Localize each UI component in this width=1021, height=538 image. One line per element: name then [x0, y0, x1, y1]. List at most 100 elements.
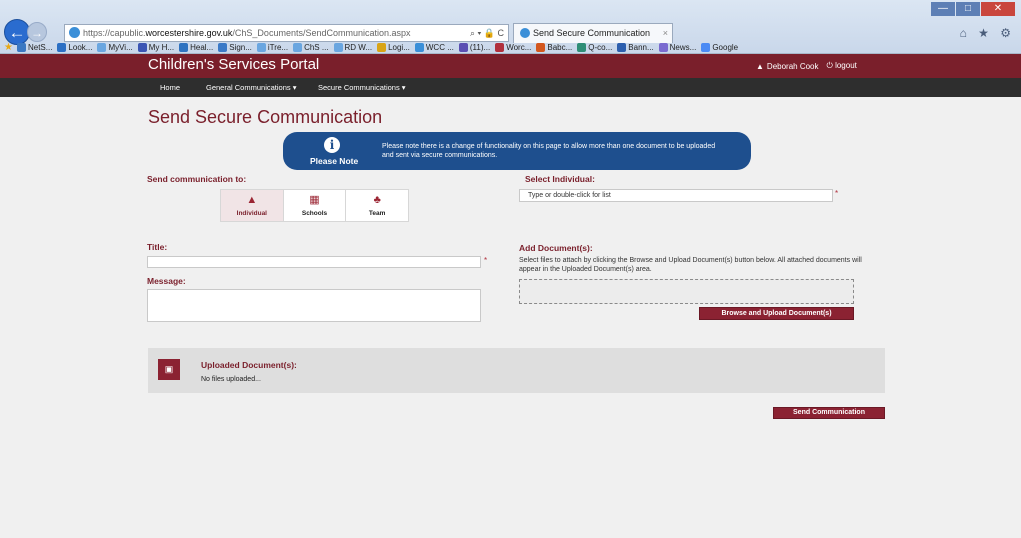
favorite-label: ChS ... — [304, 42, 329, 52]
favorite-label: News... — [669, 42, 697, 52]
favorite-link[interactable]: My H... — [137, 42, 174, 52]
info-icon: i — [324, 137, 340, 153]
favorite-site-icon — [495, 42, 505, 52]
favorite-site-icon — [218, 42, 228, 52]
forward-arrow-icon[interactable]: → — [27, 22, 47, 42]
select-individual-label: Select Individual: — [525, 174, 595, 184]
favorite-label: Bann... — [628, 42, 654, 52]
favorite-link[interactable]: Look... — [57, 42, 93, 52]
favorites-star-icon[interactable]: ★ — [4, 42, 13, 53]
minimize-button[interactable]: — — [931, 2, 955, 16]
favorite-link[interactable]: News... — [658, 42, 697, 52]
favorite-label: Heal... — [190, 42, 214, 52]
maximize-button[interactable]: □ — [956, 2, 980, 16]
ie-tab-icon — [520, 28, 530, 38]
home-favorites-settings-icon[interactable]: ⌂ ★ ⚙ — [960, 26, 1015, 40]
select-individual-input[interactable]: Type or double-click for list — [519, 189, 833, 202]
favorite-link[interactable]: (11)... — [458, 42, 491, 52]
title-input[interactable] — [147, 256, 481, 268]
close-window-button[interactable]: ✕ — [981, 2, 1015, 16]
send-communication-button[interactable]: Send Communication — [773, 407, 885, 419]
please-note-label: Please Note — [310, 156, 359, 166]
required-marker: * — [835, 189, 839, 198]
url-path: /ChS_Documents/SendCommunication.aspx — [232, 28, 411, 38]
favorite-label: Look... — [68, 42, 93, 52]
favorite-link[interactable]: Bann... — [617, 42, 654, 52]
recipient-label: Individual — [236, 210, 267, 217]
recipient-schools-button[interactable]: ▦ Schools — [283, 190, 347, 221]
favorite-site-icon — [137, 42, 147, 52]
favorite-link[interactable]: Worc... — [495, 42, 531, 52]
favorite-site-icon — [536, 42, 546, 52]
favorite-site-icon — [617, 42, 627, 52]
person-icon: ▲ — [246, 194, 258, 206]
favorite-link[interactable]: iTre... — [256, 42, 289, 52]
nav-secure-communications[interactable]: Secure Communications ▾ — [318, 83, 406, 92]
user-area: ▲ Deborah Cook ⏻ logout — [756, 61, 857, 71]
favorite-site-icon — [179, 42, 189, 52]
portal-title[interactable]: Children's Services Portal — [148, 56, 319, 73]
favorite-label: (11)... — [469, 42, 491, 52]
ie-logo-icon — [69, 27, 80, 38]
favorite-link[interactable]: MyVi... — [97, 42, 133, 52]
user-name[interactable]: Deborah Cook — [767, 62, 819, 71]
favorite-link[interactable]: ChS ... — [293, 42, 329, 52]
recipient-label: Team — [368, 210, 386, 217]
favorite-link[interactable]: Heal... — [179, 42, 214, 52]
window-controls: — □ ✕ — [931, 2, 1015, 16]
nav-general-communications[interactable]: General Communications ▾ — [206, 83, 296, 92]
notice-text: Please note there is a change of functio… — [382, 143, 716, 159]
favorite-label: iTre... — [267, 42, 289, 52]
favorite-link[interactable]: Logi... — [377, 42, 410, 52]
favorite-site-icon — [256, 42, 266, 52]
favorite-link[interactable]: Sign... — [218, 42, 252, 52]
recipient-label: Schools — [301, 210, 328, 217]
required-marker: * — [484, 256, 488, 265]
address-actions-icon[interactable]: ⌕ ▾ 🔒 C — [470, 25, 504, 41]
no-files-text: No files uploaded... — [201, 376, 261, 383]
tab-title: Send Secure Communication — [533, 28, 651, 38]
favorite-site-icon — [377, 42, 387, 52]
favorite-link[interactable]: Google — [701, 42, 739, 52]
logout-link[interactable]: ⏻ logout — [827, 61, 857, 71]
main-nav: Home General Communications ▾ Secure Com… — [0, 78, 1021, 97]
portal-header: Children's Services Portal ▲ Deborah Coo… — [0, 54, 1021, 78]
building-icon: ▦ — [309, 194, 320, 206]
favorite-link[interactable]: Babc... — [536, 42, 573, 52]
favorite-site-icon — [16, 42, 26, 52]
upload-drop-area[interactable] — [519, 279, 854, 304]
favorite-link[interactable]: NetS... — [16, 42, 53, 52]
favorite-label: RD W... — [344, 42, 373, 52]
browse-upload-button[interactable]: Browse and Upload Document(s) — [699, 307, 854, 320]
message-textarea[interactable] — [147, 289, 481, 322]
recipient-type-selector: ▲ Individual ▦ Schools ♣ Team — [220, 189, 409, 222]
uploaded-documents-title: Uploaded Document(s): — [201, 360, 297, 370]
favorite-site-icon — [414, 42, 424, 52]
favorite-site-icon — [658, 42, 668, 52]
favorite-label: Google — [712, 42, 739, 52]
favorite-site-icon — [57, 42, 67, 52]
favorite-site-icon — [458, 42, 468, 52]
add-documents-label: Add Document(s): — [519, 243, 593, 253]
favorite-link[interactable]: WCC ... — [414, 42, 454, 52]
favorite-site-icon — [577, 42, 587, 52]
favorite-site-icon — [333, 42, 343, 52]
group-icon: ♣ — [373, 194, 381, 206]
favorite-link[interactable]: RD W... — [333, 42, 373, 52]
please-note-banner: i Please Note Please note there is a cha… — [283, 132, 751, 170]
favorites-bar: ★ NetS... Look... MyVi... My H... Heal... Sig… — [0, 40, 1021, 54]
favorite-link[interactable]: Q-co... — [577, 42, 612, 52]
browser-chrome: — □ ✕ ← → https://capublic.worcestershir… — [0, 0, 1021, 54]
recipient-individual-button[interactable]: ▲ Individual — [221, 190, 284, 221]
favorite-label: MyVi... — [108, 42, 133, 52]
user-icon: ▲ — [756, 61, 764, 71]
favorite-label: Babc... — [547, 42, 573, 52]
favorite-label: Sign... — [229, 42, 252, 52]
favorite-site-icon — [97, 42, 107, 52]
send-to-label: Send communication to: — [147, 174, 247, 184]
recipient-team-button[interactable]: ♣ Team — [346, 190, 409, 221]
nav-home[interactable]: Home — [160, 83, 180, 92]
favorite-label: NetS... — [27, 42, 53, 52]
favorite-label: WCC ... — [425, 42, 454, 52]
uploaded-documents-panel: ▣ Uploaded Document(s): No files uploade… — [148, 348, 885, 393]
